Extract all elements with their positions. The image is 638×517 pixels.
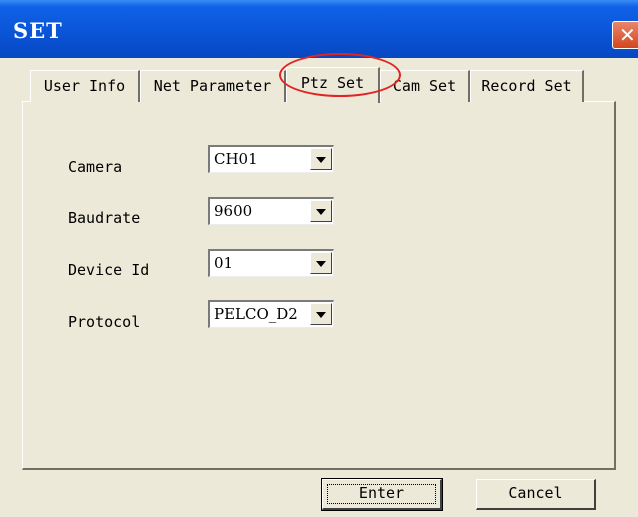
tab-net-parameter[interactable]: Net Parameter bbox=[140, 70, 286, 102]
protocol-dropdown-button[interactable] bbox=[310, 303, 332, 325]
device-id-select[interactable]: 01 bbox=[208, 249, 334, 277]
close-button[interactable]: ✕ bbox=[612, 21, 638, 49]
baudrate-label: Baudrate bbox=[68, 209, 141, 227]
tab-ptz-set[interactable]: Ptz Set bbox=[286, 67, 380, 103]
tab-cam-set[interactable]: Cam Set bbox=[380, 70, 470, 102]
device-id-value: 01 bbox=[214, 254, 234, 272]
chevron-down-icon bbox=[316, 209, 326, 215]
settings-dialog: SET ✕ User Info Net Parameter Ptz Set Ca… bbox=[0, 0, 638, 517]
cancel-button[interactable]: Cancel bbox=[476, 479, 596, 510]
protocol-label: Protocol bbox=[68, 313, 141, 331]
close-icon: ✕ bbox=[619, 23, 636, 47]
enter-button[interactable]: Enter bbox=[321, 478, 443, 511]
tab-user-info[interactable]: User Info bbox=[30, 70, 140, 102]
baudrate-select[interactable]: 9600 bbox=[208, 197, 334, 225]
baudrate-dropdown-button[interactable] bbox=[310, 200, 332, 222]
chevron-down-icon bbox=[316, 261, 326, 267]
device-id-dropdown-button[interactable] bbox=[310, 252, 332, 274]
chevron-down-icon bbox=[316, 312, 326, 318]
focus-indicator bbox=[327, 484, 436, 504]
protocol-select[interactable]: PELCO_D2 bbox=[208, 300, 334, 328]
window-title: SET bbox=[13, 18, 63, 43]
baudrate-value: 9600 bbox=[214, 202, 253, 220]
cancel-button-label: Cancel bbox=[508, 484, 563, 502]
chevron-down-icon bbox=[316, 157, 326, 163]
tab-record-set[interactable]: Record Set bbox=[470, 70, 584, 102]
protocol-value: PELCO_D2 bbox=[214, 305, 298, 323]
camera-select[interactable]: CH01 bbox=[208, 145, 334, 173]
device-id-label: Device Id bbox=[68, 261, 150, 279]
title-bar[interactable]: SET ✕ bbox=[0, 0, 638, 58]
camera-label: Camera bbox=[68, 158, 123, 176]
camera-dropdown-button[interactable] bbox=[310, 148, 332, 170]
camera-value: CH01 bbox=[214, 150, 258, 168]
